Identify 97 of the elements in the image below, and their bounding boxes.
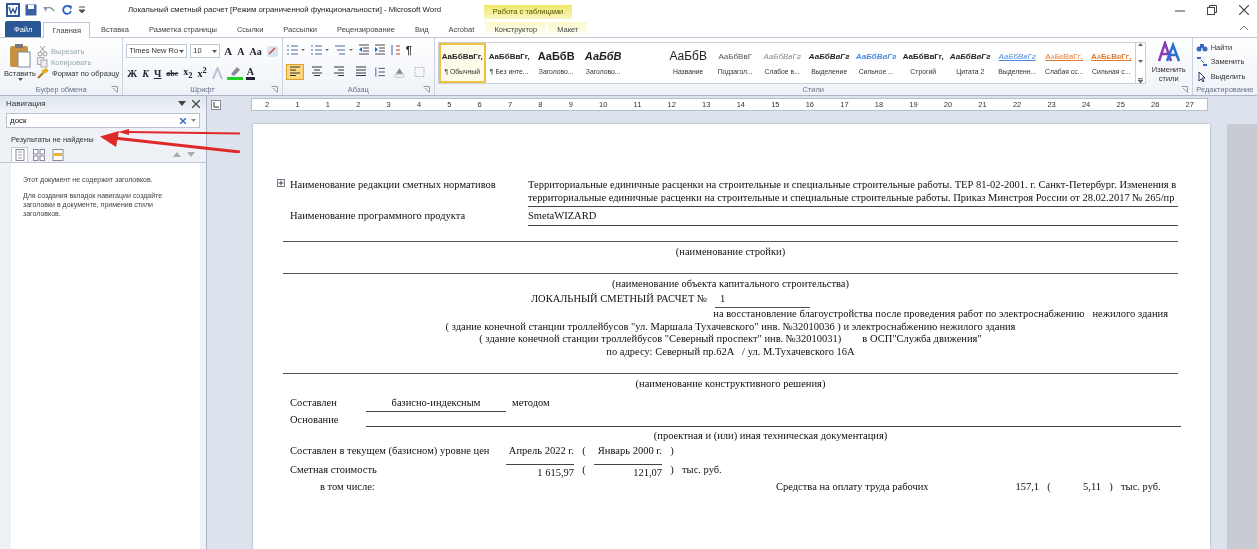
pane-title: Навигация: [6, 99, 46, 108]
view-tab[interactable]: [11, 147, 28, 162]
view-tab[interactable]: [30, 147, 47, 162]
bracket-text: ): [669, 463, 675, 476]
font-button[interactable]: abc: [165, 68, 180, 78]
clipboard-icon: [8, 43, 32, 69]
dialog-launcher-icon[interactable]: [1180, 86, 1188, 93]
sort-icon[interactable]: [389, 44, 402, 56]
font-button[interactable]: К: [141, 67, 150, 79]
unit-text: тыс. руб.: [682, 463, 722, 476]
clear-formatting-icon[interactable]: [265, 44, 279, 58]
field-value: 157,1: [1014, 481, 1039, 494]
highlighter-icon[interactable]: [226, 66, 243, 80]
field-value: 1 615,97: [506, 463, 574, 479]
highlighted-page-icon: [51, 149, 64, 161]
scissors-icon: [37, 45, 48, 57]
decrease-indent-icon[interactable]: [357, 44, 370, 56]
tab-selector-button[interactable]: [211, 99, 221, 110]
field-value: Апрель 2022 г.: [507, 445, 574, 458]
dialog-launcher-icon[interactable]: [422, 86, 430, 93]
field-label: Средства на оплату труда рабочих: [776, 481, 930, 494]
caption-text: (проектная и (или) иная техническая документация): [652, 428, 889, 442]
pilcrow-button[interactable]: ¶: [405, 44, 412, 56]
next-icon[interactable]: [187, 152, 195, 157]
binoculars-icon: [1195, 41, 1208, 53]
field-label: Основание: [290, 414, 340, 427]
clear-search-icon[interactable]: [180, 117, 186, 124]
bracket-text: (: [581, 463, 587, 476]
bracket-text: (: [1046, 481, 1052, 494]
view-tab[interactable]: [49, 147, 66, 162]
font-color-button[interactable]: A: [245, 66, 255, 80]
caption-text: (наименование объекта капитального строительства): [283, 273, 1178, 291]
bracket-text: ): [669, 445, 675, 458]
alignment-icon: [332, 66, 345, 76]
field-label: Наименование редакции сметных нормативов: [290, 179, 497, 192]
field-label: Сметная стоимость: [290, 463, 378, 476]
description-line: на восстановление благоустройства после проведения работ по электроснабжению нежилого здания: [712, 308, 1169, 321]
table-move-handle-icon[interactable]: [277, 179, 285, 187]
font-button[interactable]: Aa: [248, 45, 263, 57]
numbered-list-icon[interactable]: [309, 44, 330, 56]
copy-icon: [37, 56, 48, 68]
dialog-launcher-icon[interactable]: [111, 86, 119, 93]
increase-indent-icon[interactable]: [373, 44, 386, 56]
dialog-launcher-icon[interactable]: [270, 86, 278, 93]
save-icon[interactable]: [25, 3, 37, 16]
more-icon[interactable]: [1137, 77, 1143, 83]
field-value: SmetaWIZARD: [528, 210, 1178, 226]
multilevel-list-icon[interactable]: [333, 44, 354, 56]
alignment-icon: [310, 66, 323, 76]
field-value: Январь 2000 г.: [596, 445, 662, 458]
field-value: 121,07: [594, 463, 662, 479]
field-label: Наименование программного продукта: [290, 210, 467, 223]
field-label: Составлен: [290, 396, 338, 409]
close-icon[interactable]: [192, 99, 200, 108]
field-value: базисно-индексным: [366, 396, 506, 412]
document-title: ЛОКАЛЬНЫЙ СМЕТНЫЙ РАСЧЕТ №: [530, 292, 708, 306]
document-icon: [14, 149, 25, 161]
description-line: ( здание конечной станции троллейбусов "ул. Маршала Тухачевского" инв. №32010036 ) и электроснабжению нежилого здания: [444, 320, 1017, 333]
styles-letters-icon: [1157, 41, 1180, 63]
field-label: Составлен в текущем (базисном) уровне цен: [290, 445, 491, 458]
close-icon[interactable]: [1239, 4, 1249, 15]
pane-menu-icon[interactable]: [178, 100, 186, 107]
thumbnails-icon: [32, 149, 45, 161]
description-line: по адресу: Северный пр.62А / ул. М.Тухачевского 16А: [605, 345, 856, 358]
estimate-number: 1: [715, 292, 811, 308]
bracket-text: (: [581, 445, 587, 458]
caption-text: (наименование стройки): [283, 240, 1178, 258]
search-field[interactable]: доск: [6, 113, 200, 128]
alignment-icon: [288, 66, 301, 76]
cursor-icon: [1195, 71, 1208, 83]
font-button[interactable]: Ч: [152, 67, 163, 79]
gallery-scrollbar[interactable]: [1134, 42, 1145, 83]
field-suffix: методом: [512, 396, 550, 409]
font-button[interactable]: x$^{2}$: [196, 66, 208, 80]
font-button[interactable]: Ж: [126, 67, 139, 79]
description-line: ( здание конечной станции троллейбусов "Северный проспект" инв. №32010031) в ОСП"Служба движения": [478, 333, 983, 346]
alignment-icon: [354, 66, 367, 76]
bracket-text: ): [1108, 481, 1114, 494]
caption-text: (наименование конструктивного решения): [283, 373, 1178, 391]
previous-icon[interactable]: [173, 152, 181, 157]
paintbrush-icon: [37, 67, 49, 79]
font-button[interactable]: A: [223, 45, 234, 57]
restore-icon[interactable]: [1207, 4, 1217, 15]
font-button[interactable]: A: [236, 45, 246, 57]
word-logo-icon[interactable]: [6, 2, 20, 17]
redo-icon[interactable]: [61, 3, 73, 16]
scroll-down-icon[interactable]: [1137, 60, 1143, 63]
vertical-scrollbar[interactable]: [1227, 124, 1257, 549]
replace-icon: [1195, 56, 1208, 68]
bullet-list-icon[interactable]: [285, 44, 306, 56]
field-label: в том числе:: [319, 481, 376, 494]
tab-stop-icon: [213, 101, 219, 108]
font-button[interactable]: x$_{2}$: [182, 66, 194, 80]
field-value: Территориальные единичные расценки на строительные и специальные строительные работы. ТЕР 81-02-2001. г. Санкт-Петербург. Изменения в территориальные единичные расценки на строительные и специальные строительные работы. Приказ Минстроя России от 28.02.2017 № 265/пр: [528, 179, 1178, 207]
field-value: 5,11: [1082, 481, 1101, 494]
unit-text: тыс. руб.: [1121, 481, 1161, 494]
customize-menu-icon[interactable]: [78, 4, 86, 15]
